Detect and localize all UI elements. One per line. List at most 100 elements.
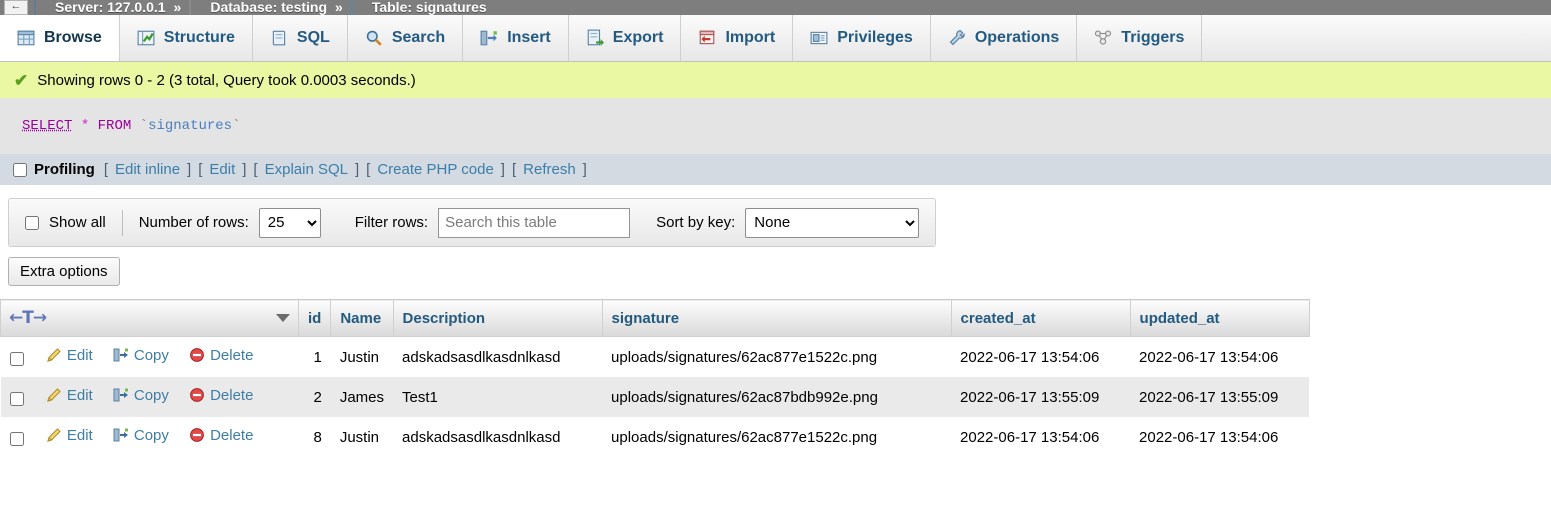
sql-query-display[interactable]: SELECT * FROM ` signatures ` <box>0 98 1551 154</box>
edit-link[interactable]: Edit <box>209 161 235 178</box>
tab-sql-label: SQL <box>296 29 330 46</box>
column-header-updated-at[interactable]: updated_at <box>1129 299 1310 337</box>
column-header-created-at[interactable]: created_at <box>950 299 1131 337</box>
sql-keyword-from: FROM <box>97 118 132 134</box>
column-order-header[interactable]: ←T→ <box>0 299 299 337</box>
table-row[interactable]: Edit Copy <box>0 336 1310 377</box>
breadcrumb-server-label: Server: 127.0.0.1 <box>55 0 166 15</box>
breadcrumb-item-table[interactable]: Table: signatures <box>350 0 487 15</box>
copy-icon <box>113 428 128 442</box>
explain-sql-link[interactable]: Explain SQL <box>265 161 348 178</box>
main-tab-bar: Browse Structure SQL Search Insert Expor… <box>0 15 1551 62</box>
copy-action[interactable]: Copy <box>113 347 169 364</box>
edit-action-label[interactable]: Edit <box>67 427 93 444</box>
export-icon <box>587 29 604 46</box>
sort-by-key-select[interactable]: None <box>745 207 920 238</box>
filter-rows-input[interactable] <box>438 207 631 238</box>
tab-import-label: Import <box>725 29 776 46</box>
row-actions-cell: Edit Copy Delete <box>0 417 299 457</box>
tab-import[interactable]: Import <box>681 15 794 61</box>
show-all-checkbox[interactable] <box>25 215 39 230</box>
tab-browse[interactable]: Browse <box>0 15 120 61</box>
column-header-signature[interactable]: signature <box>601 299 952 337</box>
profiling-checkbox[interactable] <box>13 162 27 177</box>
refresh-link[interactable]: Refresh <box>523 161 576 178</box>
options-bar-wrapper: Show all Number of rows: 25 Filter rows:… <box>0 185 1551 247</box>
results-table-wrapper: ←T→ id Name Description signature create… <box>0 286 1551 457</box>
copy-action-label[interactable]: Copy <box>134 347 169 364</box>
tab-triggers[interactable]: Triggers <box>1077 15 1203 61</box>
create-php-code-link[interactable]: Create PHP code <box>377 161 493 178</box>
tab-structure-label: Structure <box>163 29 235 46</box>
number-of-rows-select[interactable]: 25 <box>258 207 321 238</box>
filter-rows-label: Filter rows: <box>354 214 429 231</box>
cell-id: 2 <box>298 377 331 417</box>
copy-action[interactable]: Copy <box>113 387 169 404</box>
sort-by-key-label: Sort by key: <box>656 214 736 231</box>
sql-table-name: signatures <box>148 118 233 134</box>
success-check-icon: ✔ <box>14 70 29 90</box>
tab-bar-filler <box>1202 15 1551 61</box>
chevron-down-icon[interactable] <box>276 314 290 322</box>
breadcrumb-back-button[interactable]: ← <box>4 0 28 15</box>
cell-signature: uploads/signatures/62ac877e1522c.png <box>602 336 952 377</box>
tab-operations[interactable]: Operations <box>930 15 1078 61</box>
copy-action[interactable]: Copy <box>113 427 169 444</box>
tab-sql[interactable]: SQL <box>252 15 348 61</box>
tab-structure[interactable]: Structure <box>119 15 253 61</box>
breadcrumb-item-server[interactable]: Server: 127.0.0.1 <box>34 0 166 15</box>
cell-updated-at: 2022-06-17 13:55:09 <box>1130 377 1310 417</box>
copy-action-label[interactable]: Copy <box>134 427 169 444</box>
copy-icon <box>113 348 128 362</box>
pencil-icon <box>47 388 61 403</box>
database-icon <box>189 0 205 15</box>
tab-insert[interactable]: Insert <box>463 15 569 61</box>
bracket-close-1: ] <box>187 161 192 178</box>
query-status-bar: ✔ Showing rows 0 - 2 (3 total, Query too… <box>0 62 1551 98</box>
edit-action[interactable]: Edit <box>46 347 93 364</box>
edit-inline-link[interactable]: Edit inline <box>115 161 180 178</box>
table-row[interactable]: Edit Copy <box>0 377 1310 417</box>
delete-action[interactable]: Delete <box>189 427 253 444</box>
edit-action[interactable]: Edit <box>46 427 93 444</box>
tab-insert-label: Insert <box>507 29 551 46</box>
cell-created-at: 2022-06-17 13:55:09 <box>951 377 1131 417</box>
edit-action[interactable]: Edit <box>46 387 93 404</box>
cell-created-at: 2022-06-17 13:54:06 <box>951 336 1131 377</box>
delete-action[interactable]: Delete <box>189 387 253 404</box>
column-header-description[interactable]: Description <box>392 299 603 337</box>
copy-action-label[interactable]: Copy <box>134 387 169 404</box>
bracket-open-1: [ <box>103 161 108 178</box>
edit-action-label[interactable]: Edit <box>67 347 93 364</box>
browse-icon <box>17 30 35 46</box>
delete-action[interactable]: Delete <box>189 347 253 364</box>
delete-action-label[interactable]: Delete <box>210 387 253 404</box>
results-header-row: ←T→ id Name Description signature create… <box>0 299 1310 337</box>
cell-created-at: 2022-06-17 13:54:06 <box>951 417 1131 457</box>
breadcrumb-database-label: Database: testing <box>210 0 328 15</box>
extra-options-button[interactable]: Extra options <box>8 257 120 286</box>
edit-action-label[interactable]: Edit <box>67 387 93 404</box>
cell-name: Justin <box>330 417 394 457</box>
profiling-bar: Profiling [ Edit inline ] [ Edit ] [ Exp… <box>0 154 1551 185</box>
breadcrumb-item-database[interactable]: Database: testing <box>189 0 327 15</box>
tab-export[interactable]: Export <box>568 15 682 61</box>
delete-action-label[interactable]: Delete <box>210 347 253 364</box>
row-actions-cell: Edit Copy Delete <box>0 377 299 417</box>
delete-action-label[interactable]: Delete <box>210 427 253 444</box>
breadcrumb-separator-1: » <box>173 0 182 15</box>
row-select-checkbox[interactable] <box>9 392 24 407</box>
tab-search[interactable]: Search <box>347 15 464 61</box>
privileges-icon <box>810 31 828 45</box>
tab-search-label: Search <box>391 29 446 46</box>
table-row[interactable]: Edit Copy <box>0 417 1310 457</box>
show-all-label[interactable]: Show all <box>49 214 106 231</box>
cell-id: 1 <box>298 336 331 377</box>
results-table: ←T→ id Name Description signature create… <box>0 299 1310 457</box>
row-select-checkbox[interactable] <box>9 352 24 367</box>
tab-privileges[interactable]: Privileges <box>793 15 931 61</box>
column-header-id[interactable]: id <box>297 299 332 337</box>
column-header-name[interactable]: Name <box>330 299 394 337</box>
row-select-checkbox[interactable] <box>9 432 24 447</box>
bracket-close-3: ] <box>354 161 360 178</box>
